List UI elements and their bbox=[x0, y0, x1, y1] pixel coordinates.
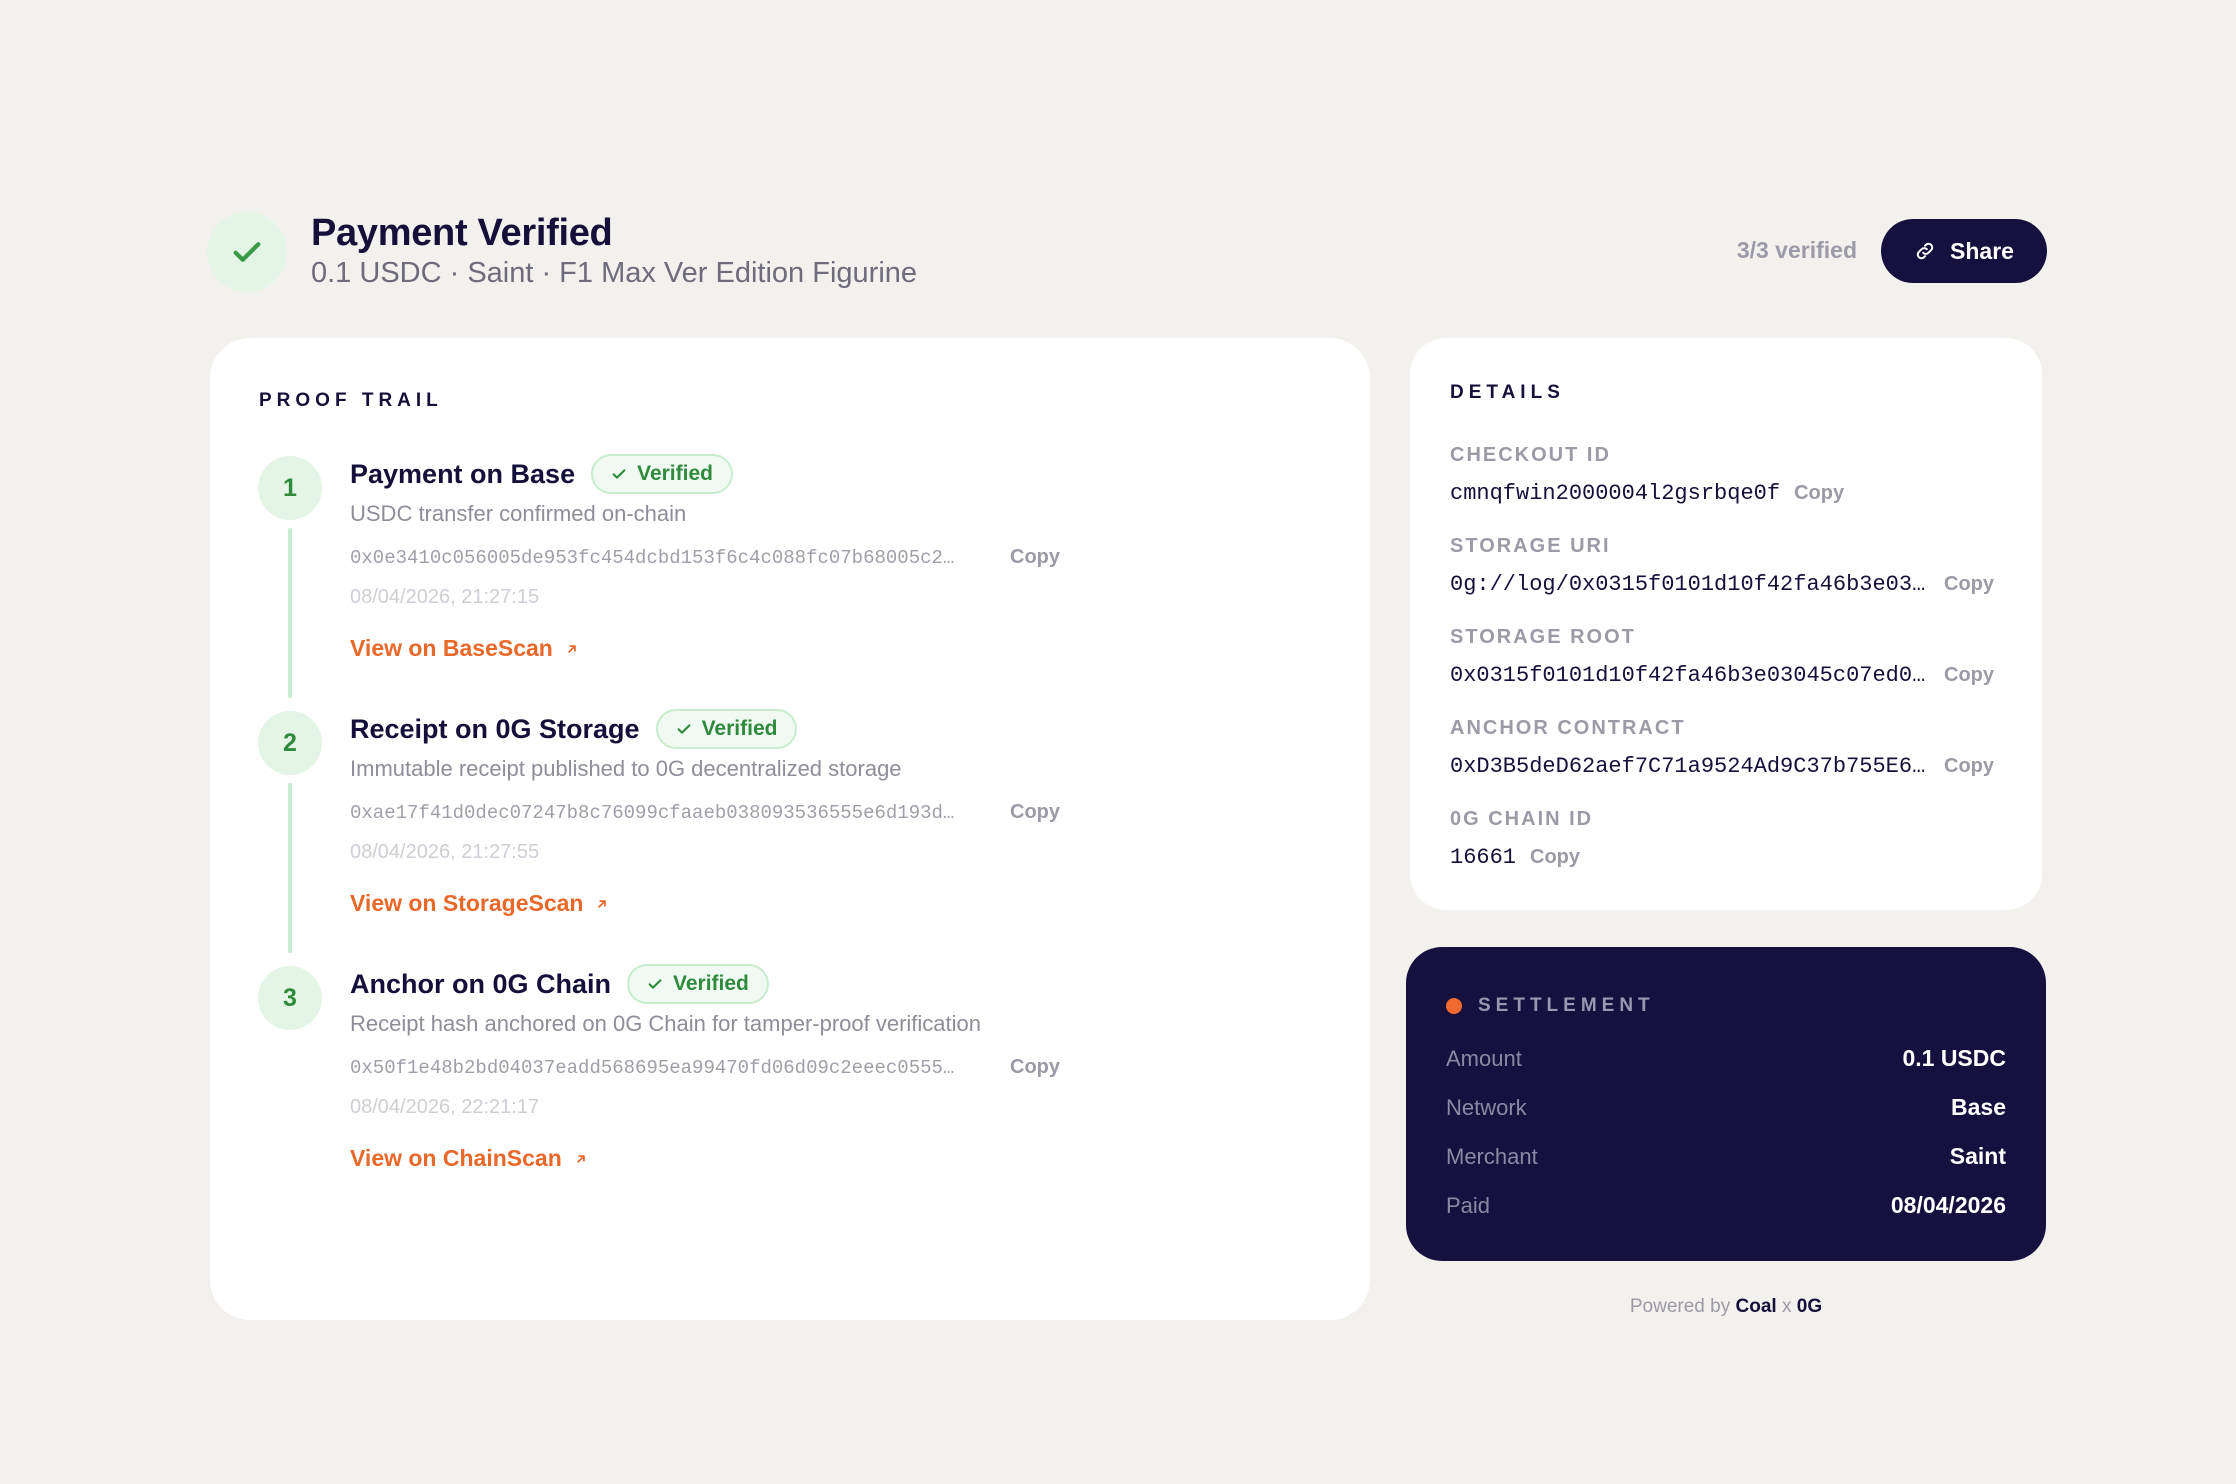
step-connector bbox=[288, 528, 292, 698]
share-button[interactable]: Share bbox=[1881, 219, 2047, 283]
copy-button[interactable]: Copy bbox=[1530, 846, 1580, 869]
verified-badge: Verified bbox=[627, 964, 769, 1004]
verified-badge-label: Verified bbox=[673, 972, 749, 995]
share-button-label: Share bbox=[1950, 237, 2014, 264]
transaction-hash: 0x0e3410c056005de953fc454dcbd153f6c4c088… bbox=[350, 546, 955, 569]
step-connector bbox=[288, 783, 292, 953]
detail-value: 0x0315f0101d10f42fa46b3e03045c07ed0… bbox=[1450, 663, 1926, 688]
status-dot bbox=[1446, 998, 1462, 1014]
detail-label: STORAGE ROOT bbox=[1450, 626, 1636, 648]
transaction-hash: 0xae17f41d0dec07247b8c76099cfaaeb0380935… bbox=[350, 801, 955, 824]
view-on-storagescan-link[interactable]: View on StorageScan bbox=[350, 890, 609, 917]
view-on-chainscan-link[interactable]: View on ChainScan bbox=[350, 1145, 588, 1172]
settlement-card: SETTLEMENT Amount 0.1 USDC Network Base … bbox=[1406, 947, 2046, 1261]
view-on-basescan-link[interactable]: View on BaseScan bbox=[350, 635, 579, 662]
verified-badge: Verified bbox=[655, 709, 798, 749]
brand-0g: 0G bbox=[1796, 1296, 1823, 1317]
copy-button[interactable]: Copy bbox=[1010, 801, 1060, 824]
detail-anchor-contract: ANCHOR CONTRACT 0xD3B5deD62aef7C71a9524A… bbox=[1450, 717, 2010, 779]
step-number: 1 bbox=[258, 456, 322, 520]
external-arrow-icon bbox=[598, 899, 607, 908]
step-number: 3 bbox=[258, 966, 322, 1030]
step-title: Anchor on 0G Chain bbox=[350, 968, 612, 999]
settlement-label: Merchant bbox=[1446, 1143, 1538, 1169]
link-icon bbox=[1916, 242, 1934, 260]
brand-coal: Coal bbox=[1735, 1296, 1777, 1317]
detail-label: STORAGE URI bbox=[1450, 535, 1611, 557]
settlement-row-network: Network Base bbox=[1446, 1094, 2006, 1121]
settlement-row-amount: Amount 0.1 USDC bbox=[1446, 1045, 2006, 1072]
step-title: Payment on Base bbox=[350, 458, 576, 489]
detail-value: cmnqfwin2000004l2gsrbqe0f bbox=[1450, 481, 1781, 506]
proof-trail-title: PROOF TRAIL bbox=[259, 390, 443, 411]
step-timestamp: 08/04/2026, 21:27:55 bbox=[350, 841, 540, 863]
detail-value: 0g://log/0x0315f0101d10f42fa46b3e03… bbox=[1450, 572, 1926, 597]
external-arrow-icon bbox=[568, 644, 576, 653]
link-label: View on ChainScan bbox=[350, 1145, 562, 1171]
header: Payment Verified 0.1 USDC · Saint · F1 M… bbox=[207, 210, 2047, 310]
settlement-value: Saint bbox=[1949, 1143, 2006, 1169]
step-number: 2 bbox=[258, 711, 322, 775]
copy-button[interactable]: Copy bbox=[1010, 1056, 1060, 1079]
settlement-label: Amount bbox=[1446, 1045, 1522, 1071]
detail-storage-uri: STORAGE URI 0g://log/0x0315f0101d10f42fa… bbox=[1450, 535, 2010, 597]
brand-separator: x bbox=[1781, 1296, 1792, 1317]
settlement-label: Network bbox=[1446, 1094, 1527, 1120]
transaction-hash: 0x50f1e48b2bd04037eadd568695ea99470fd06d… bbox=[350, 1056, 955, 1079]
step-title: Receipt on 0G Storage bbox=[350, 713, 640, 744]
copy-button[interactable]: Copy bbox=[1944, 664, 1994, 687]
detail-checkout-id: CHECKOUT ID cmnqfwin2000004l2gsrbqe0f Co… bbox=[1450, 444, 2010, 506]
powered-by-footer: Powered by Coal x 0G bbox=[1406, 1296, 2046, 1318]
step-timestamp: 08/04/2026, 21:27:15 bbox=[350, 586, 540, 608]
detail-label: ANCHOR CONTRACT bbox=[1450, 717, 1686, 739]
copy-button[interactable]: Copy bbox=[1010, 546, 1060, 569]
link-label: View on BaseScan bbox=[350, 635, 553, 661]
page-title: Payment Verified bbox=[311, 212, 613, 254]
step-description: Immutable receipt published to 0G decent… bbox=[350, 756, 902, 781]
details-card: DETAILS CHECKOUT ID cmnqfwin2000004l2gsr… bbox=[1410, 338, 2042, 910]
settlement-row-merchant: Merchant Saint bbox=[1446, 1143, 2006, 1170]
detail-value: 16661 bbox=[1450, 845, 1517, 870]
step-description: Receipt hash anchored on 0G Chain for ta… bbox=[350, 1011, 982, 1036]
copy-button[interactable]: Copy bbox=[1794, 482, 1844, 505]
detail-label: 0G CHAIN ID bbox=[1450, 808, 1594, 830]
settlement-value: 08/04/2026 bbox=[1890, 1192, 2006, 1218]
verified-badge-label: Verified bbox=[701, 717, 778, 740]
step-timestamp: 08/04/2026, 22:21:17 bbox=[350, 1096, 540, 1118]
external-arrow-icon bbox=[576, 1154, 585, 1163]
settlement-row-paid: Paid 08/04/2026 bbox=[1446, 1192, 2006, 1219]
detail-chain-id: 0G CHAIN ID 16661 Copy bbox=[1450, 808, 2010, 870]
check-icon bbox=[677, 724, 690, 734]
link-label: View on StorageScan bbox=[350, 890, 584, 916]
check-icon bbox=[233, 242, 261, 262]
page-subtitle: 0.1 USDC · Saint · F1 Max Ver Edition Fi… bbox=[311, 257, 918, 289]
settlement-value: 0.1 USDC bbox=[1902, 1045, 2006, 1071]
copy-button[interactable]: Copy bbox=[1944, 573, 1994, 596]
detail-value: 0xD3B5deD62aef7C71a9524Ad9C37b755E6… bbox=[1450, 754, 1926, 779]
details-title: DETAILS bbox=[1450, 382, 1565, 403]
verified-check-badge bbox=[207, 212, 287, 292]
settlement-title: SETTLEMENT bbox=[1478, 995, 1655, 1016]
powered-by-prefix: Powered by bbox=[1629, 1296, 1731, 1317]
copy-button[interactable]: Copy bbox=[1944, 755, 1994, 778]
verified-badge: Verified bbox=[591, 454, 733, 494]
detail-label: CHECKOUT ID bbox=[1450, 444, 1611, 466]
detail-storage-root: STORAGE ROOT 0x0315f0101d10f42fa46b3e030… bbox=[1450, 626, 2010, 688]
page: Payment Verified 0.1 USDC · Saint · F1 M… bbox=[0, 0, 2236, 1484]
settlement-value: Base bbox=[1951, 1094, 2006, 1120]
verified-badge-label: Verified bbox=[637, 462, 713, 485]
check-icon bbox=[612, 469, 626, 479]
settlement-label: Paid bbox=[1446, 1192, 1491, 1218]
proof-trail-card: PROOF TRAIL 1 Payment on Base Verified U… bbox=[210, 338, 1370, 1320]
verified-count: 3/3 verified bbox=[1736, 237, 1857, 263]
step-description: USDC transfer confirmed on-chain bbox=[350, 501, 687, 526]
check-icon bbox=[648, 979, 662, 989]
